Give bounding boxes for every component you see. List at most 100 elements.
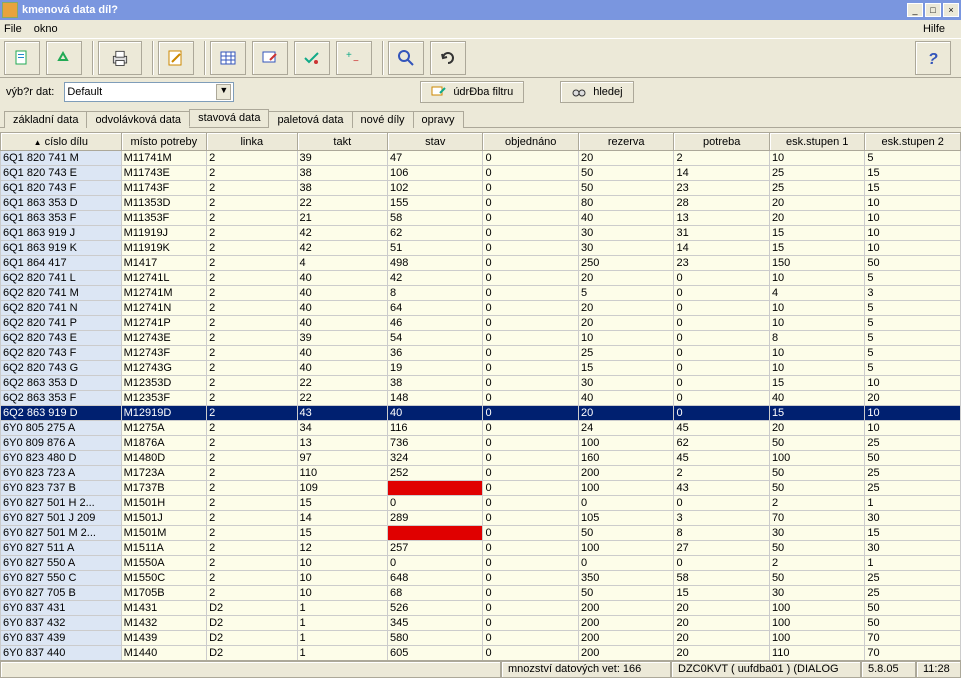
table-row[interactable]: 6Y0 827 511 AM1511A2122570100275030 <box>1 541 961 556</box>
table-row[interactable]: 6Y0 827 501 M 2...M1501M21530405083015 <box>1 526 961 541</box>
cell: 0 <box>483 301 578 316</box>
table-row[interactable]: 6Y0 823 737 BM1737B21091620100435025 <box>1 481 961 496</box>
table-row[interactable]: 6Y0 837 432M1432D2134502002010050 <box>1 616 961 631</box>
table-row[interactable]: 6Q2 820 741 NM12741N240640200105 <box>1 301 961 316</box>
restore-button[interactable]: □ <box>925 3 941 17</box>
cell: 5 <box>865 301 961 316</box>
table-row[interactable]: 6Q1 863 919 KM11919K24251030141510 <box>1 241 961 256</box>
cell: 20 <box>769 211 864 226</box>
table-row[interactable]: 6Y0 827 705 BM1705B21068050153025 <box>1 586 961 601</box>
filter-maintain-button[interactable]: údrĐba filtru <box>420 81 524 103</box>
table-row[interactable]: 6Y0 809 876 AM1876A2137360100625025 <box>1 436 961 451</box>
col-header-2[interactable]: linka <box>207 133 297 151</box>
table-row[interactable]: 6Y0 823 723 AM1723A2110252020025025 <box>1 466 961 481</box>
table-row[interactable]: 6Y0 805 275 AM1275A234116024452010 <box>1 421 961 436</box>
printer-icon <box>110 48 130 68</box>
cell: 38 <box>297 181 387 196</box>
table-row[interactable]: 6Q1 820 743 EM11743E238106050142515 <box>1 166 961 181</box>
cell: 605 <box>388 646 483 661</box>
cell: 13 <box>297 436 387 451</box>
toolbar-btn-6[interactable] <box>252 41 288 75</box>
table-row[interactable]: 6Q2 863 353 DM12353D2223803001510 <box>1 376 961 391</box>
col-header-7[interactable]: potreba <box>674 133 769 151</box>
toolbar-btn-print[interactable] <box>98 41 142 75</box>
cell: 40 <box>297 286 387 301</box>
table-row[interactable]: 6Q1 820 743 FM11743F238102050232515 <box>1 181 961 196</box>
tab-2[interactable]: stavová data <box>189 109 269 127</box>
menu-file[interactable]: File <box>4 23 22 35</box>
minimize-button[interactable]: _ <box>907 3 923 17</box>
table-row[interactable]: 6Y0 827 550 CM1550C2106480350585025 <box>1 571 961 586</box>
cell: 31 <box>674 226 769 241</box>
toolbar-btn-2[interactable] <box>46 41 82 75</box>
col-header-8[interactable]: esk.stupen 1 <box>769 133 864 151</box>
data-grid[interactable]: ▲císlo dílumísto potrebylinkataktstavobj… <box>0 132 961 660</box>
cell: 58 <box>674 571 769 586</box>
col-header-4[interactable]: stav <box>388 133 483 151</box>
cell: 10 <box>578 331 673 346</box>
cell: D2 <box>207 616 297 631</box>
table-row[interactable]: 6Y0 823 480 DM1480D29732401604510050 <box>1 451 961 466</box>
tab-1[interactable]: odvolávková data <box>86 111 190 128</box>
cell: M12741L <box>121 271 206 286</box>
tab-5[interactable]: opravy <box>413 111 464 128</box>
table-row[interactable]: 6Y0 827 501 J 209M1501J214289010537030 <box>1 511 961 526</box>
table-row[interactable]: 6Y0 827 501 H 2...M1501H215000021 <box>1 496 961 511</box>
table-row[interactable]: 6Q1 863 353 DM11353D222155080282010 <box>1 196 961 211</box>
cell: M12743E <box>121 331 206 346</box>
toolbar-btn-5[interactable] <box>210 41 246 75</box>
table-row[interactable]: 6Q2 820 741 PM12741P240460200105 <box>1 316 961 331</box>
cell: 15 <box>865 166 961 181</box>
cell: M11919J <box>121 226 206 241</box>
cell: M11743E <box>121 166 206 181</box>
close-button[interactable]: × <box>943 3 959 17</box>
toolbar-btn-4[interactable] <box>158 41 194 75</box>
table-row[interactable]: 6Q2 820 741 LM12741L240420200105 <box>1 271 961 286</box>
col-header-5[interactable]: objednáno <box>483 133 578 151</box>
cell: 38 <box>297 166 387 181</box>
toolbar-btn-10[interactable] <box>430 41 466 75</box>
col-header-0[interactable]: ▲císlo dílu <box>1 133 122 151</box>
toolbar-btn-9[interactable] <box>388 41 424 75</box>
menu-hilfe[interactable]: Hilfe <box>923 23 945 35</box>
tab-4[interactable]: nové díly <box>352 111 414 128</box>
table-row[interactable]: 6Q2 820 743 GM12743G240190150105 <box>1 361 961 376</box>
cell: 10 <box>865 226 961 241</box>
toolbar-btn-8[interactable]: +− <box>336 41 372 75</box>
table-row[interactable]: 6Q2 820 743 FM12743F240360250105 <box>1 346 961 361</box>
cell: 23 <box>674 181 769 196</box>
tab-0[interactable]: základní data <box>4 111 87 128</box>
col-header-9[interactable]: esk.stupen 2 <box>865 133 961 151</box>
table-row[interactable]: 6Q2 863 353 FM12353F22214804004020 <box>1 391 961 406</box>
cell: 5 <box>865 331 961 346</box>
table-row[interactable]: 6Q1 820 741 MM11741M239470202105 <box>1 151 961 166</box>
search-button[interactable]: hledej <box>560 81 633 103</box>
toolbar-btn-7[interactable] <box>294 41 330 75</box>
cell: 6Y0 837 432 <box>1 616 122 631</box>
cell: M1275A <box>121 421 206 436</box>
cell: 100 <box>578 541 673 556</box>
col-header-1[interactable]: místo potreby <box>121 133 206 151</box>
menu-okno[interactable]: okno <box>34 23 58 35</box>
col-header-3[interactable]: takt <box>297 133 387 151</box>
tab-3[interactable]: paletová data <box>268 111 352 128</box>
table-row[interactable]: 6Q1 864 417M14172449802502315050 <box>1 256 961 271</box>
table-row[interactable]: 6Q1 863 353 FM11353F22158040132010 <box>1 211 961 226</box>
toolbar-btn-help[interactable]: ? <box>915 41 951 75</box>
table-row[interactable]: 6Y0 827 550 AM1550A210000021 <box>1 556 961 571</box>
table-row[interactable]: 6Y0 837 431M1431D2152602002010050 <box>1 601 961 616</box>
cell: M11741M <box>121 151 206 166</box>
table-row[interactable]: 6Q1 863 919 JM11919J24262030311510 <box>1 226 961 241</box>
table-row[interactable]: 6Y0 837 439M1439D2158002002010070 <box>1 631 961 646</box>
cell: 350 <box>578 571 673 586</box>
cell: 6Q1 820 743 F <box>1 181 122 196</box>
toolbar-btn-1[interactable] <box>4 41 40 75</box>
filter-combo[interactable]: Default ▼ <box>64 82 234 102</box>
table-row[interactable]: 6Y0 837 440M1440D2160502002011070 <box>1 646 961 661</box>
table-row[interactable]: 6Q2 863 919 DM12919D2434002001510 <box>1 406 961 421</box>
table-row[interactable]: 6Q2 820 741 MM12741M240805043 <box>1 286 961 301</box>
table-row[interactable]: 6Q2 820 743 EM12743E23954010085 <box>1 331 961 346</box>
col-header-6[interactable]: rezerva <box>578 133 673 151</box>
cell: 10 <box>297 556 387 571</box>
cell: 0 <box>483 316 578 331</box>
